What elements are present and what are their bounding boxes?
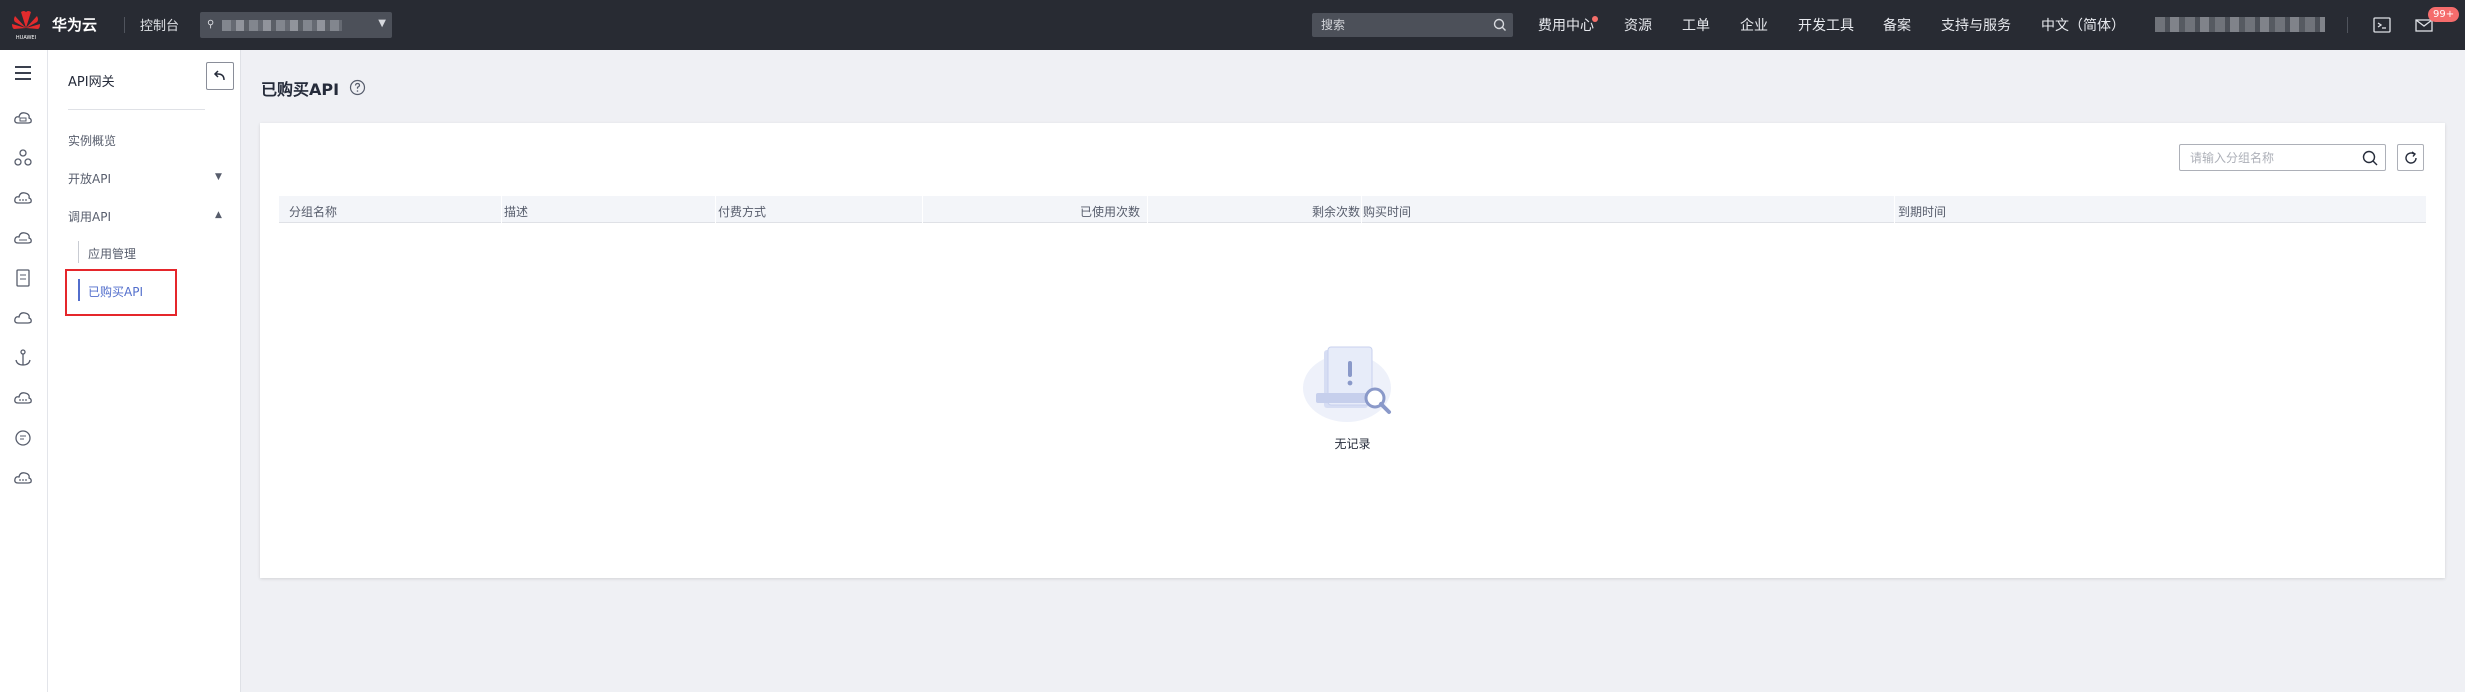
service-menu: API网关 实例概览 开放API ▼ 调用API ▲ 应用管理 已购买API	[48, 50, 241, 692]
help-icon[interactable]	[349, 79, 366, 96]
empty-state-text: 无记录	[1334, 437, 1371, 451]
logo-text: HUAWEI	[16, 35, 36, 41]
submenu-indicator	[78, 241, 79, 263]
search-icon[interactable]	[1492, 17, 1508, 33]
page-title: 已购买API	[261, 80, 340, 99]
region-value-blurred	[222, 20, 342, 31]
nav-enterprise[interactable]: 企业	[1740, 15, 1768, 35]
document-icon[interactable]	[12, 267, 34, 289]
chevron-up-icon[interactable]: ▲	[215, 210, 222, 220]
nav-support[interactable]: 支持与服务	[1941, 15, 2011, 35]
menu-item-open-api[interactable]: 开放API	[68, 170, 111, 187]
top-nav-bar: HUAWEI 华为云 控制台 ⚲ ▼ 费用中心 资源 工单 企业 开发工具 备案…	[0, 0, 2465, 50]
highlight-box	[65, 269, 177, 316]
cloud-server-icon[interactable]	[12, 107, 34, 129]
column-divider	[715, 196, 716, 223]
group-search	[2179, 144, 2386, 171]
storage-icon[interactable]	[12, 227, 34, 249]
divider	[124, 17, 125, 33]
message-badge: 99+	[2428, 7, 2460, 22]
group-name-search-input[interactable]	[2180, 145, 2350, 170]
huawei-logo-icon[interactable]: HUAWEI	[8, 8, 44, 42]
menu-title: API网关	[68, 75, 115, 90]
column-header-group-name[interactable]: 分组名称	[289, 203, 337, 220]
column-divider	[1147, 196, 1148, 223]
column-divider	[501, 196, 502, 223]
database-icon[interactable]	[12, 187, 34, 209]
menu-item-instance-overview[interactable]: 实例概览	[68, 132, 116, 149]
refresh-button[interactable]	[2397, 144, 2424, 171]
network-icon[interactable]	[12, 147, 34, 169]
chevron-down-icon: ▼	[378, 18, 386, 29]
cloud-icon[interactable]	[12, 307, 34, 329]
nav-filing[interactable]: 备案	[1883, 15, 1911, 35]
menu-item-app-management[interactable]: 应用管理	[88, 245, 136, 262]
terminal-icon[interactable]	[2372, 16, 2392, 34]
divider	[68, 109, 205, 110]
table-header: 分组名称 描述 付费方式 已使用次数 剩余次数 购买时间 到期时间	[279, 196, 2426, 223]
notification-dot	[1592, 16, 1598, 22]
back-arrow-icon	[213, 70, 225, 81]
chat-icon[interactable]	[12, 427, 34, 449]
nav-tickets[interactable]: 工单	[1682, 15, 1710, 35]
divider	[2347, 17, 2348, 33]
refresh-icon	[2405, 151, 2417, 164]
column-divider	[922, 196, 923, 223]
region-selector[interactable]: ⚲ ▼	[200, 12, 392, 38]
collapse-menu-button[interactable]	[206, 62, 234, 90]
location-pin-icon: ⚲	[207, 19, 215, 30]
console-link[interactable]: 控制台	[140, 15, 179, 34]
column-header-payment-method[interactable]: 付费方式	[718, 203, 766, 220]
service-rail	[0, 50, 48, 692]
nav-billing[interactable]: 费用中心	[1538, 15, 1594, 35]
hamburger-menu-icon[interactable]	[12, 62, 34, 84]
username-blurred[interactable]	[2155, 17, 2325, 32]
column-header-remaining-count[interactable]: 剩余次数	[1150, 203, 1360, 220]
nav-language[interactable]: 中文（简体）	[2041, 15, 2125, 35]
column-header-used-count[interactable]: 已使用次数	[925, 203, 1140, 220]
column-header-expire-time[interactable]: 到期时间	[1898, 203, 1946, 220]
global-search-input[interactable]	[1312, 13, 1487, 37]
menu-item-call-api[interactable]: 调用API	[68, 208, 111, 225]
column-divider	[1894, 196, 1895, 223]
cloud-more-icon[interactable]	[12, 467, 34, 489]
nav-dev-tools[interactable]: 开发工具	[1798, 15, 1854, 35]
anchor-icon[interactable]	[12, 347, 34, 369]
column-header-purchase-time[interactable]: 购买时间	[1363, 203, 1411, 220]
brand-name[interactable]: 华为云	[52, 14, 97, 35]
nav-resources[interactable]: 资源	[1624, 15, 1652, 35]
cloud-dots-icon[interactable]	[12, 387, 34, 409]
no-records-icon	[1303, 346, 1391, 422]
search-icon[interactable]	[2361, 149, 2379, 167]
global-search	[1312, 13, 1513, 37]
column-divider	[1361, 196, 1362, 223]
purchased-api-card: 分组名称 描述 付费方式 已使用次数 剩余次数 购买时间 到期时间 无记录	[260, 123, 2445, 578]
column-header-description[interactable]: 描述	[504, 203, 528, 220]
chevron-down-icon[interactable]: ▼	[215, 172, 222, 182]
